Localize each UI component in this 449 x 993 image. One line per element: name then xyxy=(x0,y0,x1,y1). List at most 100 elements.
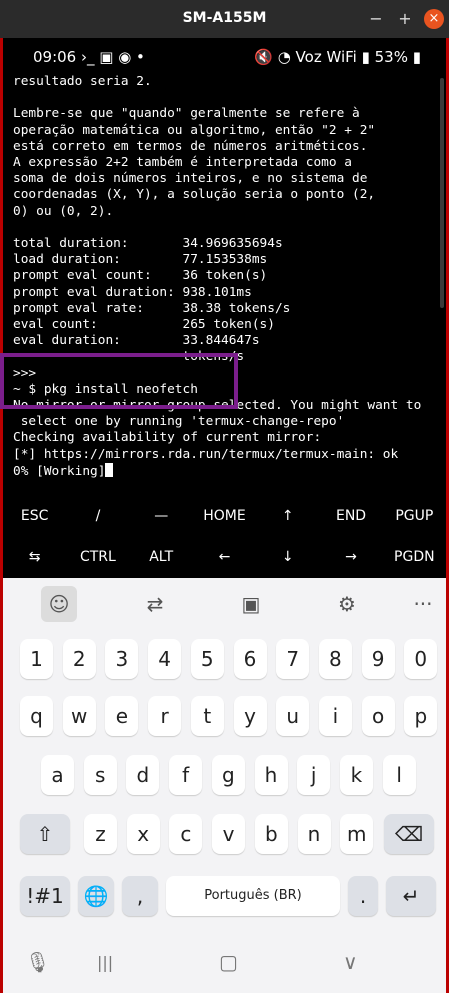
terminal-line: total duration: 34.969635694s xyxy=(13,236,283,252)
extra-key[interactable]: — xyxy=(130,496,193,537)
period-key[interactable]: . xyxy=(348,876,378,916)
extra-key[interactable]: END xyxy=(319,496,382,537)
terminal-line: 0) ou (0, 2). xyxy=(13,203,114,219)
key-q[interactable]: q xyxy=(20,696,53,736)
extra-key[interactable]: CTRL xyxy=(66,537,129,578)
key-0[interactable]: 0 xyxy=(404,639,438,679)
key-b[interactable]: b xyxy=(254,814,288,854)
key-o[interactable]: o xyxy=(361,696,395,736)
terminal-line: resultado seria 2. xyxy=(13,74,152,89)
extra-key[interactable]: / xyxy=(66,496,129,537)
extra-key[interactable]: ⇆ xyxy=(3,537,66,578)
key-1[interactable]: 1 xyxy=(20,639,53,679)
key-g[interactable]: g xyxy=(211,755,245,795)
terminal-line: prompt eval rate: 38.38 tokens/s xyxy=(13,300,291,316)
enter-key[interactable]: ↵ xyxy=(386,876,436,916)
key-k[interactable]: k xyxy=(339,755,373,795)
key-8[interactable]: 8 xyxy=(318,639,352,679)
extra-key[interactable]: ↑ xyxy=(256,496,319,537)
back-button[interactable]: ∨ xyxy=(343,950,358,974)
more-icon[interactable]: ··· xyxy=(405,586,441,622)
key-j[interactable]: j xyxy=(297,755,331,795)
emoji-icon[interactable]: ☺ xyxy=(41,586,77,622)
key-c[interactable]: c xyxy=(169,814,203,854)
terminal-line: coordenadas (X, Y), a solução seria o po… xyxy=(13,187,376,203)
window-title-bar: SM-A155M − + × xyxy=(0,0,449,38)
extra-key[interactable]: ESC xyxy=(3,496,66,537)
terminal-line: prompt eval duration: 938.101ms xyxy=(13,284,252,300)
extra-key[interactable]: ↓ xyxy=(256,537,319,578)
terminal-output[interactable]: resultado seria 2. Lembre-se que "quando… xyxy=(13,74,449,494)
extra-key[interactable]: HOME xyxy=(193,496,256,537)
key-4[interactable]: 4 xyxy=(148,639,182,679)
home-button[interactable]: ▢ xyxy=(219,950,238,974)
status-bar: 09:06 ›_ ▣ ◉ • 🔇 ◔ Voz WiFi ▮ 53% ▮ xyxy=(0,38,449,74)
translate-icon[interactable]: ⇄ xyxy=(137,586,173,622)
key-3[interactable]: 3 xyxy=(105,639,139,679)
terminal-line: eval count: 265 token(s) xyxy=(13,317,275,333)
key-n[interactable]: n xyxy=(297,814,331,854)
terminal-line: está correto em termos de números aritmé… xyxy=(13,138,368,154)
terminal-line: A expressão 2+2 também é interpretada co… xyxy=(13,155,352,171)
key-a[interactable]: a xyxy=(41,755,74,795)
key-w[interactable]: w xyxy=(62,696,96,736)
key-y[interactable]: y xyxy=(233,696,267,736)
terminal-line: Lembre-se que "quando" geralmente se ref… xyxy=(13,106,360,122)
key-h[interactable]: h xyxy=(254,755,288,795)
key-f[interactable]: f xyxy=(169,755,203,795)
key-l[interactable]: l xyxy=(382,755,416,795)
key-7[interactable]: 7 xyxy=(276,639,310,679)
terminal-line: select one by running 'termux-change-rep… xyxy=(13,414,345,430)
extra-key[interactable]: PGDN xyxy=(383,537,446,578)
status-time: 09:06 ›_ ▣ ◉ • xyxy=(33,48,145,66)
extra-keys-row-2: ⇆ CTRL ALT ← ↓ → PGDN xyxy=(3,537,446,578)
terminal-cursor xyxy=(105,462,114,477)
mic-icon[interactable]: 🎙 xyxy=(25,950,50,974)
status-indicators: 🔇 ◔ Voz WiFi ▮ 53% ▮ xyxy=(254,48,421,66)
clipboard-icon[interactable]: ▣ xyxy=(233,586,269,622)
key-z[interactable]: z xyxy=(84,814,117,854)
on-screen-keyboard: ☺ ⇄ ▣ ⚙ ··· 1 2 3 4 5 6 7 8 9 0 q w e r t y u i o p a s d f g h j k l ⇧ z x c… xyxy=(3,578,446,993)
extra-key[interactable]: ← xyxy=(193,537,256,578)
highlight-annotation xyxy=(0,353,238,409)
key-s[interactable]: s xyxy=(83,755,117,795)
key-6[interactable]: 6 xyxy=(233,639,267,679)
extra-key[interactable]: PGUP xyxy=(383,496,446,537)
navigation-bar: 🎙 ||| ▢ ∨ xyxy=(3,940,446,993)
shift-key[interactable]: ⇧ xyxy=(20,814,70,854)
terminal-line: [*] https://mirrors.rda.run/termux/termu… xyxy=(13,446,399,462)
terminal-line: operação matemática ou algoritmo, então … xyxy=(13,122,376,138)
extra-key[interactable]: ALT xyxy=(130,537,193,578)
extra-key[interactable]: → xyxy=(319,537,382,578)
minimize-button[interactable]: − xyxy=(366,9,386,29)
key-p[interactable]: p xyxy=(404,696,438,736)
backspace-key[interactable]: ⌫ xyxy=(384,814,434,854)
key-x[interactable]: x xyxy=(126,814,160,854)
maximize-button[interactable]: + xyxy=(395,9,415,29)
key-i[interactable]: i xyxy=(318,696,352,736)
terminal-scrollbar[interactable] xyxy=(440,78,444,308)
key-d[interactable]: d xyxy=(126,755,160,795)
space-bar[interactable]: Português (BR) xyxy=(166,876,340,916)
key-e[interactable]: e xyxy=(105,696,139,736)
key-5[interactable]: 5 xyxy=(190,639,224,679)
terminal-line: soma de dois números inteiros, e no sist… xyxy=(13,171,368,187)
key-u[interactable]: u xyxy=(276,696,310,736)
close-button[interactable]: × xyxy=(424,9,444,29)
comma-key[interactable]: , xyxy=(122,876,158,916)
recents-button[interactable]: ||| xyxy=(97,953,113,972)
settings-icon[interactable]: ⚙ xyxy=(329,586,365,622)
terminal-line: eval duration: 33.844647s xyxy=(13,333,260,349)
key-r[interactable]: r xyxy=(148,696,182,736)
key-v[interactable]: v xyxy=(212,814,246,854)
key-2[interactable]: 2 xyxy=(62,639,96,679)
key-m[interactable]: m xyxy=(340,814,374,854)
terminal-line: 0% [Working] xyxy=(13,462,449,480)
key-9[interactable]: 9 xyxy=(361,639,395,679)
symbols-key[interactable]: !#1 xyxy=(20,876,70,916)
terminal-line: prompt eval count: 36 token(s) xyxy=(13,268,268,284)
globe-icon[interactable]: 🌐 xyxy=(78,876,114,916)
key-t[interactable]: t xyxy=(190,696,224,736)
